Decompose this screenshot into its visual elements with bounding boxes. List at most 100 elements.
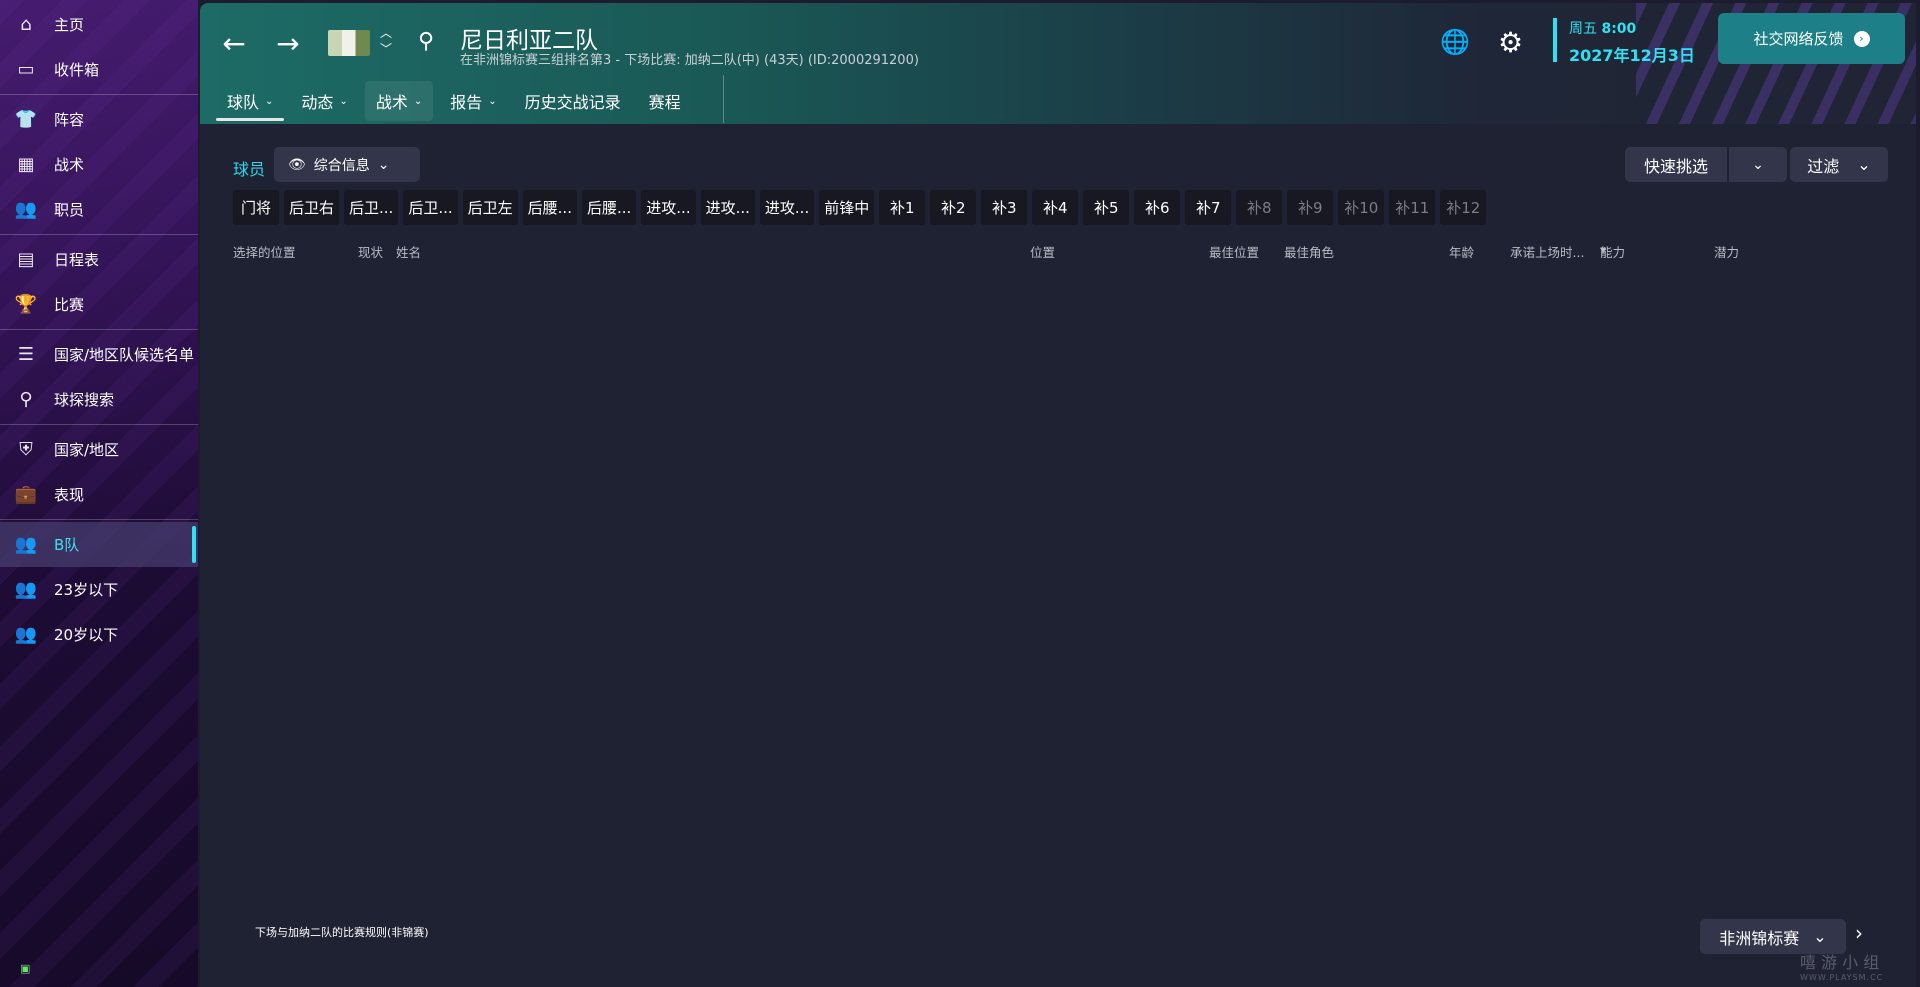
position-button[interactable]: 后卫...	[344, 190, 399, 225]
tab-tactics[interactable]: 战术 ⌄	[364, 81, 434, 121]
tab-team[interactable]: 球队 ⌄	[216, 81, 285, 121]
position-button[interactable]: 补2	[930, 190, 977, 225]
chevron-down-icon: ⌄	[339, 95, 348, 107]
watermark-url: WWW.PLAYSM.CC	[1800, 973, 1884, 982]
column-status[interactable]: 现状	[358, 242, 383, 261]
sidebar-item-squad[interactable]: 👕 阵容	[0, 97, 198, 142]
sidebar-item-performance[interactable]: 💼 表现	[0, 472, 198, 517]
position-button[interactable]: 补7	[1185, 190, 1232, 225]
sidebar-item-competitions[interactable]: 🏆 比赛	[0, 282, 198, 327]
team-u23-icon: 👥	[14, 579, 38, 600]
position-button[interactable]: 前锋中	[819, 190, 875, 225]
chevron-down-icon: ⌄	[488, 95, 497, 107]
position-button[interactable]: 进攻...	[641, 190, 696, 225]
tab-label: 赛程	[648, 93, 681, 112]
tab-label: 历史交战记录	[524, 93, 621, 112]
position-button[interactable]: 后卫右	[284, 190, 340, 225]
globe-icon[interactable]: 🌐	[1440, 28, 1470, 56]
tab-reports[interactable]: 报告 ⌄	[439, 81, 507, 121]
nav-group-5: ⛨ 国家/地区 💼 表现	[0, 425, 198, 520]
sidebar-item-inbox[interactable]: ▭ 收件箱	[0, 47, 198, 92]
sidebar-item-home[interactable]: ⌂ 主页	[0, 2, 198, 47]
tab-dynamics[interactable]: 动态 ⌄	[290, 81, 358, 121]
position-button[interactable]: 进攻...	[759, 190, 815, 225]
sidebar-item-tactics[interactable]: ▦ 战术	[0, 142, 198, 187]
team-flag	[328, 30, 370, 56]
position-button[interactable]: 后卫...	[403, 190, 458, 225]
chevron-right-icon[interactable]: ›	[1855, 921, 1863, 945]
forward-arrow-icon[interactable]: →	[270, 25, 306, 61]
sidebar-item-label: 国家/地区队候选名单	[54, 346, 195, 364]
column-potential[interactable]: 潜力	[1714, 242, 1739, 261]
position-button[interactable]: 补6	[1134, 190, 1181, 225]
sidebar-item-schedule[interactable]: ▤ 日程表	[0, 237, 198, 282]
position-button[interactable]: 补10	[1338, 190, 1385, 225]
position-button[interactable]: 补1	[879, 190, 926, 225]
quick-pick-dropdown[interactable]: ⌄	[1729, 147, 1787, 182]
sidebar-item-label: 球探搜索	[54, 391, 115, 409]
sidebar-item-label: 表现	[54, 486, 85, 504]
position-button[interactable]: 补3	[981, 190, 1028, 225]
position-button[interactable]: 补4	[1032, 190, 1079, 225]
table-header: 选择的位置 现状 姓名 位置 最佳位置 最佳角色 年龄 承诺上场时... ▾ 能力…	[200, 242, 1916, 262]
chevron-down-icon: ⌄	[1752, 156, 1764, 173]
trophy-icon: 🏆	[14, 294, 38, 315]
position-button[interactable]: 补12	[1440, 190, 1487, 225]
tab-fixtures[interactable]: 赛程	[638, 81, 692, 121]
position-button[interactable]: 门将	[233, 190, 279, 225]
chevron-down-icon: ⌄	[265, 95, 274, 107]
tab-label: 报告	[450, 93, 483, 112]
back-arrow-icon[interactable]: ←	[216, 25, 252, 61]
match-rules-link[interactable]: 下场与加纳二队的比赛规则(非锦赛)	[255, 924, 429, 940]
column-promised-time[interactable]: 承诺上场时...	[1510, 242, 1584, 261]
column-best-position[interactable]: 最佳位置	[1209, 242, 1259, 261]
team-switch-stepper[interactable]: ︿ ﹀	[376, 25, 396, 59]
column-selected-position[interactable]: 选择的位置	[233, 242, 296, 261]
filter-button[interactable]: 过滤 ⌄	[1790, 147, 1888, 182]
position-button[interactable]: 补8	[1236, 190, 1283, 225]
position-button[interactable]: 后卫左	[462, 190, 518, 225]
sidebar-item-scouting[interactable]: ⚲ 球探搜索	[0, 377, 198, 422]
watermark-text: 嘻 游 小 组	[1800, 953, 1880, 972]
filter-label: 过滤	[1807, 156, 1840, 176]
search-icon: ⚲	[19, 389, 33, 410]
status-tray-icon[interactable]: ▣	[20, 962, 30, 975]
players-label: 球员	[233, 160, 266, 179]
inbox-icon: ▭	[17, 59, 35, 80]
tab-divider	[723, 75, 724, 123]
nav-group-3: ▤ 日程表 🏆 比赛	[0, 235, 198, 330]
search-icon[interactable]: ⚲	[418, 29, 434, 54]
position-button[interactable]: 补11	[1389, 190, 1436, 225]
watermark: 嘻 游 小 组 WWW.PLAYSM.CC	[1800, 949, 1883, 982]
column-age[interactable]: 年龄	[1449, 242, 1474, 261]
position-button[interactable]: 进攻...	[700, 190, 755, 225]
sidebar-item-label: 23岁以下	[54, 581, 119, 599]
position-button[interactable]: 补5	[1083, 190, 1130, 225]
position-button[interactable]: 后腰...	[581, 190, 637, 225]
sidebar-item-nation[interactable]: ⛨ 国家/地区	[0, 427, 198, 472]
list-icon: ☰	[17, 344, 35, 365]
column-position[interactable]: 位置	[1030, 242, 1055, 261]
position-button[interactable]: 后腰...	[522, 190, 577, 225]
tab-head-to-head[interactable]: 历史交战记录	[514, 81, 632, 121]
social-feedback-button[interactable]: 社交网络反馈 ›	[1718, 13, 1905, 64]
sidebar-item-shortlist[interactable]: ☰ 国家/地区队候选名单	[0, 332, 198, 377]
quick-pick-label: 快速挑选	[1643, 156, 1708, 176]
sidebar-item-label: 职员	[54, 201, 85, 219]
sidebar-item-label: 收件箱	[54, 61, 100, 79]
sidebar-item-u23[interactable]: 👥 23岁以下	[0, 567, 198, 612]
gear-icon[interactable]: ⚙	[1498, 26, 1523, 59]
social-feedback-label: 社交网络反馈	[1753, 30, 1844, 48]
date-full: 2027年12月3日	[1569, 46, 1695, 65]
sidebar-item-staff[interactable]: 👥 职员	[0, 187, 198, 232]
column-best-role[interactable]: 最佳角色	[1284, 242, 1334, 261]
position-button[interactable]: 补9	[1287, 190, 1334, 225]
column-name[interactable]: 姓名	[396, 242, 421, 261]
quick-pick-button[interactable]: 快速挑选	[1625, 147, 1727, 182]
view-dropdown[interactable]: 👁 综合信息 ⌄	[274, 147, 420, 182]
sidebar-item-u20[interactable]: 👥 20岁以下	[0, 612, 198, 657]
sidebar-item-b-team[interactable]: 👥 B队	[0, 522, 198, 567]
chevron-down-icon: ⌄	[413, 95, 423, 107]
game-date[interactable]: 周五 8:00 2027年12月3日	[1553, 18, 1695, 65]
briefcase-icon: 💼	[14, 484, 38, 505]
